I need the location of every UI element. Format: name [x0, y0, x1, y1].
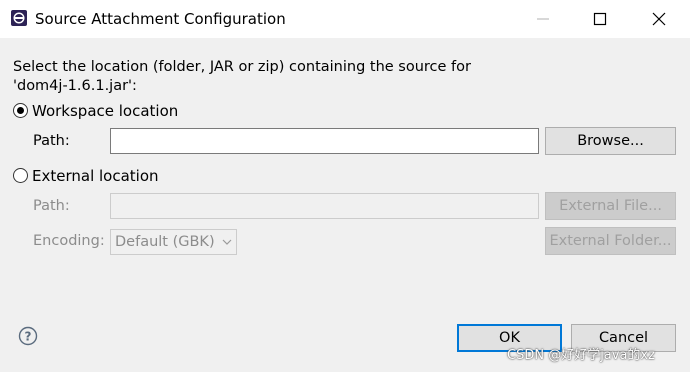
dialog-body: Select the location (folder, JAR or zip)…: [0, 38, 690, 372]
watermark: CSDN @好好学java的xz: [507, 348, 655, 363]
workspace-path-input[interactable]: [110, 128, 539, 154]
external-path-input[interactable]: [110, 193, 539, 219]
external-path-label: Path:: [33, 198, 70, 214]
instruction-line-2: 'dom4j-1.6.1.jar':: [13, 78, 137, 94]
browse-button[interactable]: Browse...: [545, 127, 676, 155]
external-file-button[interactable]: External File...: [545, 192, 676, 220]
maximize-button[interactable]: [577, 0, 623, 38]
encoding-label: Encoding:: [33, 233, 105, 249]
chevron-down-icon: [222, 239, 232, 245]
minimize-icon: [537, 18, 549, 20]
instruction-line-1: Select the location (folder, JAR or zip)…: [13, 59, 471, 75]
radio-checked-icon: [13, 103, 28, 118]
radio-unchecked-icon: [13, 168, 28, 183]
help-icon[interactable]: ?: [18, 326, 38, 346]
instruction-text: Select the location (folder, JAR or zip)…: [13, 58, 471, 96]
external-location-radio[interactable]: External location: [13, 167, 159, 185]
workspace-location-label: Workspace location: [32, 102, 179, 120]
workspace-location-radio[interactable]: Workspace location: [13, 102, 178, 120]
svg-text:?: ?: [25, 330, 32, 344]
close-icon: [652, 12, 666, 26]
encoding-value: Default (GBK): [115, 234, 215, 250]
external-folder-button[interactable]: External Folder...: [545, 227, 676, 255]
maximize-icon: [593, 12, 607, 26]
window-title: Source Attachment Configuration: [35, 10, 286, 28]
eclipse-app-icon: [11, 10, 27, 26]
close-button[interactable]: [636, 0, 682, 38]
workspace-path-label: Path:: [33, 133, 70, 149]
minimize-button[interactable]: [520, 0, 566, 38]
title-bar[interactable]: Source Attachment Configuration: [0, 0, 690, 38]
encoding-select[interactable]: Default (GBK): [110, 229, 237, 255]
external-location-label: External location: [32, 167, 159, 185]
